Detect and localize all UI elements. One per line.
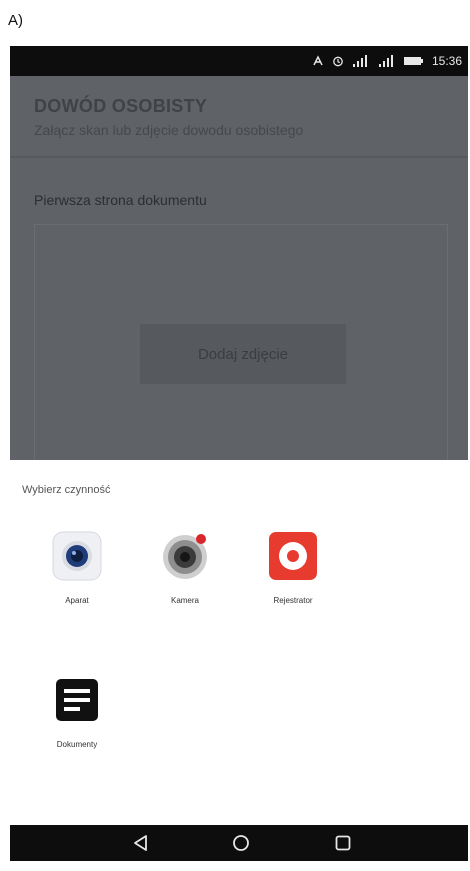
back-icon[interactable] [128, 831, 154, 855]
app-option-dokumenty[interactable]: Dokumenty [32, 674, 122, 774]
app-label: Dokumenty [56, 740, 98, 749]
action-chooser-sheet: Wybierz czynność Aparat Kamera Rejestrat… [10, 460, 468, 825]
recents-icon[interactable] [330, 831, 356, 855]
phone-screen: 15:36 DOWÓD OSOBISTY Załącz skan lub zdj… [10, 46, 468, 861]
app-label: Rejestrator [273, 596, 313, 605]
navigation-bar [10, 825, 468, 861]
divider [10, 156, 468, 158]
page-subtitle: Załącz skan lub zdjęcie dowodu osobisteg… [34, 122, 304, 138]
recorder-app-icon [267, 530, 319, 582]
sheet-title: Wybierz czynność [22, 484, 111, 496]
docs-app-icon [51, 674, 103, 726]
status-bar: 15:36 [10, 46, 468, 76]
video-camera-app-icon [159, 530, 211, 582]
add-photo-button[interactable]: Dodaj zdjęcie [140, 324, 346, 384]
nfc-icon [312, 55, 324, 67]
alarm-icon [332, 55, 344, 67]
home-icon[interactable] [228, 831, 254, 855]
figure-label: A) [8, 12, 23, 29]
app-option-aparat[interactable]: Aparat [32, 530, 122, 630]
page-title: DOWÓD OSOBISTY [34, 96, 208, 116]
app-label: Aparat [65, 596, 89, 605]
app-option-kamera[interactable]: Kamera [140, 530, 230, 630]
document-screen: DOWÓD OSOBISTY Załącz skan lub zdjęcie d… [10, 76, 468, 461]
app-label: Kamera [170, 596, 199, 605]
status-time: 15:36 [431, 54, 462, 68]
signal-icon [378, 55, 396, 67]
app-option-rejestrator[interactable]: Rejestrator [248, 530, 338, 630]
battery-icon [403, 56, 424, 66]
signal-icon [352, 55, 370, 67]
section-label: Pierwsza strona dokumentu [34, 192, 207, 208]
camera-app-icon [51, 530, 103, 582]
